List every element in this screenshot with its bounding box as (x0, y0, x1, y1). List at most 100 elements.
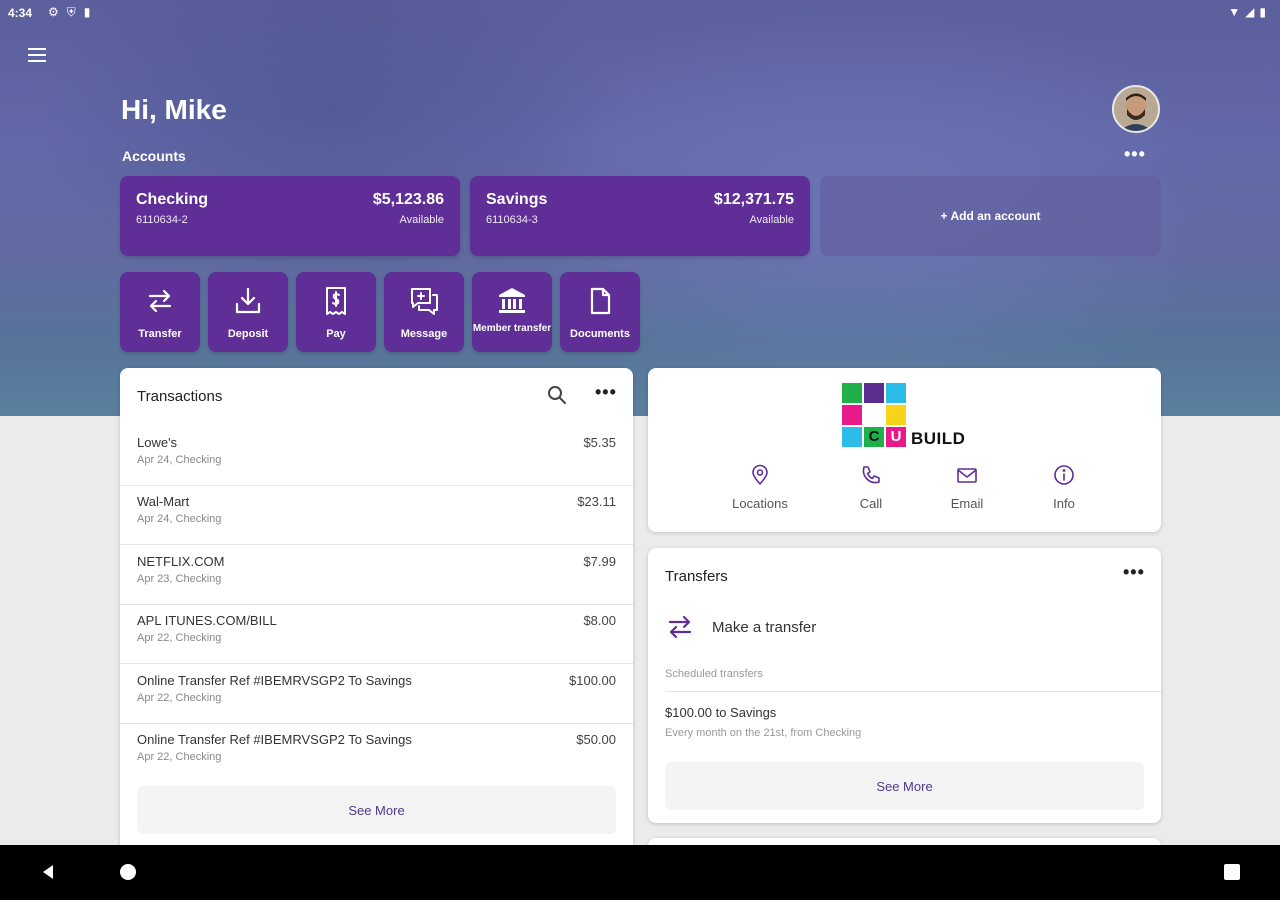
info-icon (1054, 465, 1074, 485)
back-icon[interactable] (40, 864, 56, 880)
transfer-icon (148, 289, 172, 313)
transaction-row[interactable]: APL ITUNES.COM/BILL Apr 22, Checking $8.… (120, 605, 633, 664)
transaction-date: Apr 24, Checking (137, 513, 222, 525)
call-button[interactable]: Call (826, 464, 916, 511)
search-icon[interactable] (546, 384, 568, 406)
cu-build-logo: C U BUILD (842, 383, 972, 451)
account-card-checking[interactable]: Checking 6110634-2 $5,123.86 Available (120, 176, 460, 256)
bank-icon (499, 288, 525, 313)
transactions-more-icon[interactable]: ••• (595, 382, 617, 403)
transaction-amount: $100.00 (569, 673, 616, 688)
system-nav-bar (0, 845, 1280, 900)
deposit-button[interactable]: Deposit (208, 272, 288, 352)
page-title: Hi, Mike (121, 94, 227, 125)
transfers-panel: Transfers ••• Make a transfer Scheduled … (648, 548, 1161, 823)
transfers-title: Transfers (665, 568, 728, 585)
divider (120, 663, 633, 664)
transaction-row[interactable]: Lowe's Apr 24, Checking $5.35 (120, 427, 633, 486)
account-status: Available (399, 214, 444, 226)
message-icon (411, 288, 438, 315)
scheduled-transfer-detail: Every month on the 21st, from Checking (665, 727, 862, 739)
phone-icon (862, 466, 880, 484)
account-balance: $12,371.75 (713, 191, 794, 208)
divider (120, 544, 633, 545)
account-card-savings[interactable]: Savings 6110634-3 $12,371.75 Available (470, 176, 810, 256)
signal-icon: ◢ (1245, 5, 1255, 19)
contact-label: Locations (732, 496, 788, 511)
make-transfer-button[interactable]: Make a transfer (665, 610, 965, 646)
sd-card-icon: ▮ (83, 5, 91, 19)
action-label: Member transfer (472, 323, 552, 334)
deposit-icon (235, 287, 261, 314)
transaction-amount: $8.00 (583, 613, 616, 628)
account-status: Available (749, 214, 794, 226)
transaction-name: Wal-Mart (137, 494, 190, 509)
transfer-button[interactable]: Transfer (120, 272, 200, 352)
status-bar: 4:34 ⚙ ⛨ ▮ ▼ ◢ ▮ (0, 0, 1280, 26)
logo-text: BUILD (911, 429, 966, 448)
transaction-name: Online Transfer Ref #IBEMRVSGP2 To Savin… (137, 673, 412, 688)
action-label: Pay (326, 328, 346, 340)
transaction-name: Lowe's (137, 435, 178, 450)
transaction-row[interactable]: Wal-Mart Apr 24, Checking $23.11 (120, 486, 633, 545)
message-button[interactable]: Message (384, 272, 464, 352)
transaction-amount: $5.35 (583, 435, 616, 450)
member-transfer-button[interactable]: Member transfer (472, 272, 552, 352)
document-icon (590, 287, 611, 315)
transaction-row[interactable]: Online Transfer Ref #IBEMRVSGP2 To Savin… (120, 665, 633, 724)
wifi-icon: ▼ (1228, 5, 1241, 19)
scheduled-transfer-title: $100.00 to Savings (665, 705, 777, 720)
action-label: Documents (570, 328, 630, 340)
transaction-name: NETFLIX.COM (137, 554, 225, 569)
transfers-more-icon[interactable]: ••• (1123, 562, 1145, 583)
recent-apps-icon[interactable] (1224, 864, 1240, 880)
transaction-date: Apr 24, Checking (137, 454, 222, 466)
transfers-see-more-button[interactable]: See More (665, 762, 1144, 810)
transaction-row[interactable]: NETFLIX.COM Apr 23, Checking $7.99 (120, 546, 633, 605)
scheduled-transfers-label: Scheduled transfers (665, 668, 763, 680)
contact-label: Info (1053, 496, 1075, 511)
pay-button[interactable]: Pay (296, 272, 376, 352)
account-number: 6110634-3 (486, 214, 538, 226)
transaction-date: Apr 22, Checking (137, 751, 222, 763)
add-account-button[interactable]: + Add an account (820, 176, 1161, 256)
transactions-see-more-button[interactable]: See More (137, 786, 616, 834)
documents-button[interactable]: Documents (560, 272, 640, 352)
contact-label: Call (859, 496, 883, 511)
account-name: Savings (486, 191, 548, 208)
scheduled-transfer-item[interactable]: $100.00 to Savings Every month on the 21… (665, 705, 1145, 745)
transaction-date: Apr 22, Checking (137, 632, 222, 644)
email-button[interactable]: Email (922, 464, 1012, 511)
email-icon (957, 468, 977, 483)
transaction-amount: $7.99 (583, 554, 616, 569)
transaction-date: Apr 23, Checking (137, 573, 222, 585)
transactions-title: Transactions (137, 388, 223, 405)
battery-icon: ▮ (1259, 5, 1266, 19)
account-name: Checking (136, 191, 209, 208)
avatar[interactable] (1112, 85, 1160, 133)
credit-union-panel: C U BUILD Locations Call Email Info (648, 368, 1161, 532)
contact-label: Email (950, 496, 984, 511)
locations-button[interactable]: Locations (715, 464, 805, 511)
make-transfer-label: Make a transfer (712, 619, 817, 636)
action-label: Transfer (138, 328, 182, 340)
menu-icon[interactable] (24, 44, 50, 70)
pay-icon (326, 287, 346, 315)
transactions-panel: Transactions ••• Lowe's Apr 24, Checking… (120, 368, 633, 858)
transaction-row[interactable]: Online Transfer Ref #IBEMRVSGP2 To Savin… (120, 724, 633, 783)
transaction-date: Apr 22, Checking (137, 692, 222, 704)
shield-icon: ⛨ (66, 5, 76, 19)
transaction-name: APL ITUNES.COM/BILL (137, 613, 277, 628)
accounts-more-icon[interactable]: ••• (1124, 144, 1146, 165)
home-icon[interactable] (120, 864, 136, 880)
account-number: 6110634-2 (136, 214, 188, 226)
action-label: Deposit (227, 328, 269, 340)
transfer-icon (668, 615, 692, 639)
action-label: Message (400, 328, 448, 340)
transaction-name: Online Transfer Ref #IBEMRVSGP2 To Savin… (137, 732, 412, 747)
divider (665, 691, 1161, 692)
transaction-amount: $50.00 (576, 732, 616, 747)
gear-icon: ⚙ (48, 5, 59, 19)
info-button[interactable]: Info (1019, 464, 1109, 511)
transaction-amount: $23.11 (577, 494, 616, 509)
